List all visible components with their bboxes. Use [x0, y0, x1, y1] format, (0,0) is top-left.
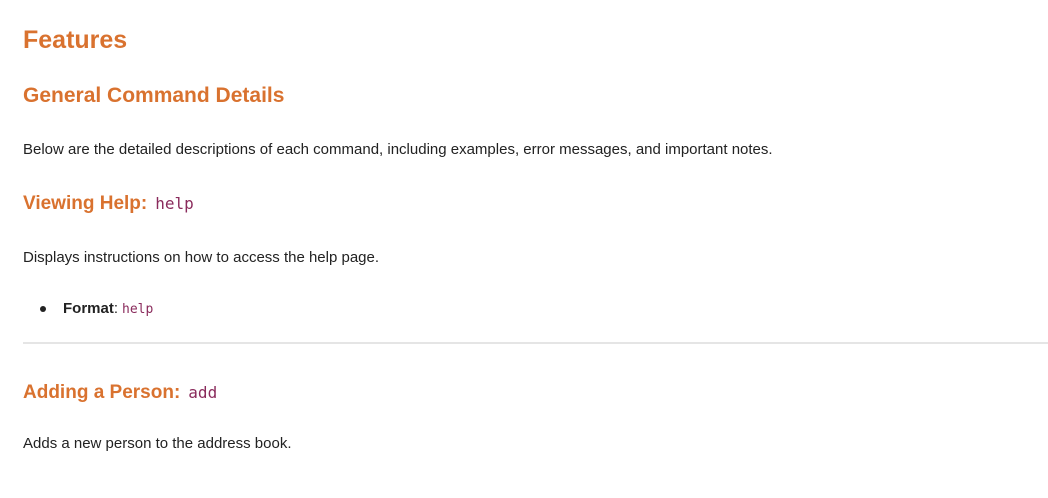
bullet-icon [40, 306, 46, 313]
list-item: Format: help [40, 300, 153, 317]
section-heading: General Command Details [23, 84, 285, 107]
format-label: Format [63, 300, 114, 317]
divider [23, 342, 1048, 344]
help-command-heading: Viewing Help: help [23, 193, 194, 215]
format-code: help [122, 302, 154, 317]
add-description: Adds a new person to the address book. [23, 435, 292, 452]
section-intro: Below are the detailed descriptions of e… [23, 141, 773, 158]
heading-text: Viewing Help: [23, 193, 148, 214]
command-code: add [188, 383, 218, 402]
help-description: Displays instructions on how to access t… [23, 249, 380, 266]
command-code: help [155, 194, 194, 213]
format-list: Format: help [40, 300, 153, 317]
heading-text: Adding a Person: [23, 382, 181, 403]
add-command-heading: Adding a Person: add [23, 382, 217, 404]
page-title: Features [23, 26, 128, 54]
format-separator: : [113, 300, 119, 317]
